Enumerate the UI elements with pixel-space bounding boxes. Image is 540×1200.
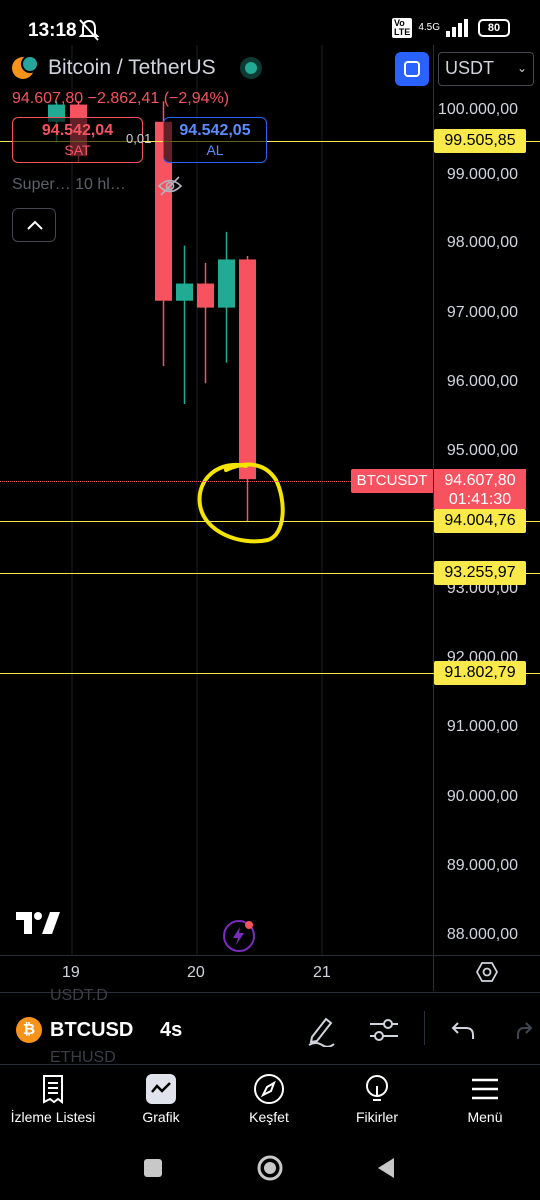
nav-label: İzleme Listesi [10,1109,96,1125]
swap-icon [404,61,420,77]
market-open-icon [239,57,262,79]
price-tick: 99.000,00 [446,166,518,183]
menu-icon [472,1078,498,1100]
nav-label: Grafik [142,1109,180,1125]
level-tag[interactable]: 99.505,85 [434,129,526,153]
time-tick: 20 [187,964,205,981]
sell-button[interactable]: 94.542,04 SAT [12,117,143,163]
candle-body [176,283,193,301]
sell-label: SAT [64,142,91,158]
indicator-legend[interactable]: Super… 10 hl… [12,176,126,194]
bell-muted-icon [78,19,100,41]
compare-button[interactable] [395,52,429,86]
compass-icon [254,1074,284,1104]
candle-body [218,259,235,308]
nav-menu[interactable]: Menü [435,1073,535,1125]
candle-body [197,283,214,308]
lightbulb-icon [366,1075,388,1101]
symbol-title[interactable]: Bitcoin / TetherUS [48,56,216,80]
price-tick: 98.000,00 [446,234,518,251]
candle-countdown: 01:41:30 [448,491,512,508]
level-tag[interactable]: 91.802,79 [434,661,526,685]
indicators-icon[interactable] [368,1013,400,1047]
level-tag[interactable]: 93.255,97 [434,561,526,585]
btc-logo-icon [12,55,39,79]
status-time: 13:18 [28,20,77,41]
currency-value: USDT [445,58,494,78]
nav-watchlist[interactable]: İzleme Listesi [3,1073,103,1125]
network-type: 4.5G [418,22,440,33]
chart-settings-icon[interactable] [476,961,498,983]
last-price-symbol: BTCUSDT [351,469,433,493]
back-icon[interactable] [376,1157,396,1179]
sell-price: 94.542,04 [41,122,114,139]
eye-hidden-icon[interactable] [157,175,183,197]
collapse-legend-button[interactable] [12,208,56,242]
price-tick: 95.000,00 [446,442,518,459]
home-icon[interactable] [256,1154,284,1182]
price-tick: 100.000,00 [437,101,518,118]
price-tick: 89.000,00 [446,857,518,874]
price-tick: 96.000,00 [446,373,518,390]
last-price-value: 94.607,80 [444,472,516,489]
watchlist-icon [43,1075,63,1104]
battery-icon: 80 [478,19,510,37]
toolbar-divider [424,1011,425,1045]
buy-label: AL [206,142,224,158]
nav-explore[interactable]: Keşfet [219,1073,319,1125]
chart-icon [146,1074,176,1104]
recent-apps-icon[interactable] [143,1158,163,1178]
price-tick: 90.000,00 [446,788,518,805]
tradingview-logo-icon [16,912,60,934]
chart-toolbar: USDT.D ETHUSD ₿ BTCUSD 4s [0,987,540,1066]
currency-select[interactable]: USDT ⌄ [438,52,534,86]
signal-icon [446,19,468,37]
time-tick: 19 [62,964,80,981]
btc-logo-icon: ₿ [16,1017,42,1043]
system-nav-bar [0,1142,540,1200]
price-change: 94.607,80 −2.862,41 (−2,94%) [12,90,230,107]
candle-body [239,259,256,480]
spread-value: 0,01 [126,131,152,146]
level-tag[interactable]: 94.004,76 [434,509,526,533]
price-tick: 91.000,00 [446,718,518,735]
chevron-up-icon [27,220,43,230]
status-right: Vo LTE 4.5G 80 [391,18,510,38]
price-tick: 88.000,00 [446,926,518,943]
nav-label: Menü [467,1109,503,1125]
nav-label: Keşfet [249,1109,289,1125]
buy-price: 94.542,05 [179,122,251,139]
price-tick: 97.000,00 [446,304,518,321]
time-tick: 21 [313,964,331,981]
time-axis[interactable]: 19 20 21 [0,955,540,991]
volte-icon: Vo LTE [391,18,413,38]
nav-chart[interactable]: Grafik [111,1073,211,1125]
nav-ideas[interactable]: Fikirler [327,1073,427,1125]
nav-label: Fikirler [356,1109,398,1125]
symbol-header[interactable]: Bitcoin / TetherUS [12,55,262,80]
buy-button[interactable]: 94.542,05 AL [163,117,267,163]
last-price-tag: 94.607,80 01:41:30 [434,469,526,509]
interval-picker[interactable]: 4s [160,1019,182,1042]
undo-icon[interactable] [450,1013,476,1047]
notification-dot [245,921,253,929]
chevron-down-icon: ⌄ [516,61,527,75]
bottom-nav: İzleme Listesi Grafik Keşfet Fikirler Me… [0,1064,540,1142]
drawing-tools-icon[interactable] [306,1013,336,1047]
symbol-picker[interactable]: BTCUSD [50,1019,133,1042]
ghost-symbol-above: USDT.D [50,987,108,1004]
redo-icon[interactable] [516,1013,540,1047]
